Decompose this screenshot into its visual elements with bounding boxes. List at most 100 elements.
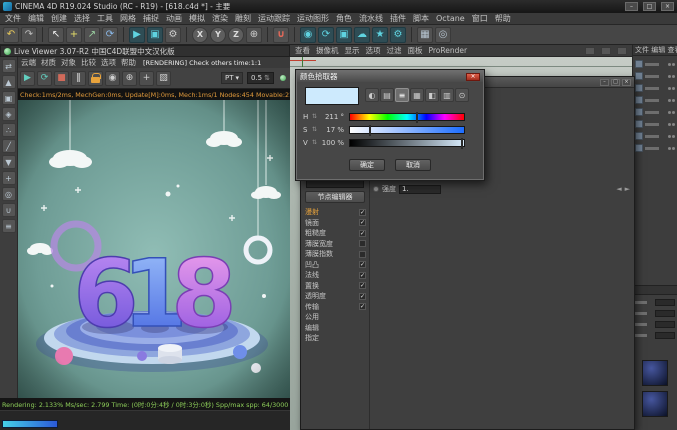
material-thumbnail[interactable] — [642, 391, 668, 417]
object-row[interactable] — [633, 82, 677, 94]
visibility-dot[interactable] — [668, 63, 671, 66]
lv-menu-compare[interactable]: 比较 — [81, 57, 96, 68]
menu-item-help[interactable]: 帮助 — [495, 13, 511, 24]
object-row[interactable] — [633, 118, 677, 130]
points-mode-icon[interactable]: ∴ — [2, 123, 16, 137]
channel-checkbox[interactable] — [359, 240, 366, 247]
lv-menu-options[interactable]: 选项 — [101, 57, 116, 68]
channel-row-specular[interactable]: 镜面✓ — [303, 218, 368, 229]
object-row[interactable] — [633, 94, 677, 106]
ok-button[interactable]: 确定 — [349, 159, 385, 171]
material-thumbnail[interactable] — [642, 360, 668, 386]
channel-checkbox[interactable]: ✓ — [359, 209, 366, 216]
channel-row-transmission[interactable]: 传输✓ — [303, 302, 368, 313]
scale-tool-icon[interactable]: ↗ — [84, 27, 100, 43]
attribute-row[interactable] — [633, 319, 677, 330]
attribute-value-field[interactable] — [655, 310, 675, 317]
lock-x-axis-icon[interactable]: X — [192, 27, 208, 43]
stepper-icon[interactable]: ⇅ — [312, 113, 317, 120]
color-wheel-icon[interactable]: ◐ — [365, 88, 379, 102]
vp-menu-panel[interactable]: 面板 — [408, 45, 423, 56]
spectrum-icon[interactable]: ▤ — [380, 88, 394, 102]
menu-item-character[interactable]: 角色 — [336, 13, 352, 24]
menu-item-script[interactable]: 脚本 — [413, 13, 429, 24]
edges-mode-icon[interactable]: ╱ — [2, 139, 16, 153]
channel-row-common[interactable]: 公用 — [303, 312, 368, 323]
object-row[interactable] — [633, 142, 677, 154]
visibility-dot[interactable] — [668, 99, 671, 102]
channel-checkbox[interactable]: ✓ — [359, 282, 366, 289]
object-row[interactable] — [633, 106, 677, 118]
channel-checkbox[interactable]: ✓ — [359, 272, 366, 279]
menu-item-motion-tracker[interactable]: 运动跟踪 — [258, 13, 290, 24]
menu-item-tools[interactable]: 工具 — [97, 13, 113, 24]
mixer-icon[interactable]: ◧ — [425, 88, 439, 102]
channel-row-diffuse[interactable]: 漫射✓ — [303, 207, 368, 218]
screen-picker-icon[interactable]: ⊙ — [455, 88, 469, 102]
vp-menu-filter[interactable]: 过滤 — [387, 45, 402, 56]
channel-checkbox[interactable]: ✓ — [359, 219, 366, 226]
viewport-toggle-icon[interactable] — [601, 47, 611, 55]
octane-live-viewer-icon[interactable]: ◉ — [300, 27, 316, 43]
enable-axis-icon[interactable]: + — [2, 171, 16, 185]
viewport-toggle-icon[interactable] — [585, 47, 595, 55]
channel-row-editor[interactable]: 编辑 — [303, 323, 368, 334]
coordinate-system-icon[interactable]: ⊕ — [246, 27, 262, 43]
polygons-mode-icon[interactable]: ▼ — [2, 155, 16, 169]
octane-cloud-icon[interactable]: ☁ — [354, 27, 370, 43]
channel-row-normal[interactable]: 法线✓ — [303, 270, 368, 281]
lv-stop-icon[interactable]: ■ — [54, 71, 69, 86]
nav-back-icon[interactable]: ◄ — [616, 185, 621, 193]
channel-row-film-index[interactable]: 薄膜指数 — [303, 249, 368, 260]
brightness-value[interactable]: 100 % — [319, 139, 344, 147]
rotate-tool-icon[interactable]: ⟳ — [102, 27, 118, 43]
visibility-dot[interactable] — [672, 75, 675, 78]
lv-material-picker-icon[interactable]: + — [139, 71, 154, 86]
hue-value[interactable]: 211 ° — [319, 113, 344, 121]
texture-mode-icon[interactable]: ▣ — [2, 91, 16, 105]
channel-checkbox[interactable]: ✓ — [359, 293, 366, 300]
close-button[interactable]: × — [622, 79, 631, 86]
render-view-icon[interactable]: ▶ — [129, 27, 145, 43]
minimize-button[interactable]: – — [625, 2, 638, 11]
render-picture-viewer-icon[interactable]: ▣ — [147, 27, 163, 43]
attribute-value-field[interactable] — [655, 321, 675, 328]
menu-item-mograph[interactable]: 运动图形 — [297, 13, 329, 24]
color-picker-titlebar[interactable]: 颜色拾取器 × — [297, 71, 483, 82]
texture-dot-icon[interactable] — [373, 186, 379, 192]
lv-play-icon[interactable]: ▶ — [20, 71, 35, 86]
vp-menu-view[interactable]: 查看 — [295, 45, 310, 56]
visibility-dot[interactable] — [672, 63, 675, 66]
make-editable-icon[interactable]: ⇄ — [2, 59, 16, 73]
lv-refresh-icon[interactable]: ⟳ — [37, 71, 52, 86]
from-image-icon[interactable]: ▥ — [440, 88, 454, 102]
visibility-dot[interactable] — [668, 135, 671, 138]
menu-item-edit[interactable]: 编辑 — [28, 13, 44, 24]
menu-item-simulate[interactable]: 模拟 — [189, 13, 205, 24]
menu-item-animate[interactable]: 动画 — [166, 13, 182, 24]
channel-row-bump[interactable]: 凹凸✓ — [303, 260, 368, 271]
channel-row-film-width[interactable]: 薄膜宽度 — [303, 239, 368, 250]
lock-y-axis-icon[interactable]: Y — [210, 27, 226, 43]
stepper-icon[interactable]: ⇅ — [264, 74, 270, 82]
visibility-dot[interactable] — [672, 111, 675, 114]
sliders-mode-icon[interactable]: ≡ — [395, 88, 409, 102]
saturation-slider[interactable] — [349, 126, 465, 134]
lv-menu-cloud[interactable]: 云端 — [21, 57, 36, 68]
model-mode-icon[interactable]: ▲ — [2, 75, 16, 89]
node-editor-button[interactable]: 节点编辑器 — [305, 191, 365, 203]
attribute-value-field[interactable] — [655, 299, 675, 306]
minimize-button[interactable]: – — [600, 79, 609, 86]
color-blocks-icon[interactable]: ▦ — [410, 88, 424, 102]
live-selection-icon[interactable]: ↖ — [48, 27, 64, 43]
lv-render-region-icon[interactable]: ▧ — [156, 71, 171, 86]
object-manager-menubar[interactable]: 文件 编辑 查看 对象 标签 书签 — [633, 45, 677, 56]
lv-lock-resolution-icon[interactable] — [88, 71, 103, 86]
menu-item-render[interactable]: 渲染 — [212, 13, 228, 24]
lv-camera-icon[interactable]: ◉ — [105, 71, 120, 86]
menu-item-pipeline[interactable]: 流水线 — [359, 13, 383, 24]
value-slider[interactable] — [349, 139, 465, 147]
visibility-dot[interactable] — [668, 75, 671, 78]
maximize-button[interactable]: □ — [611, 79, 620, 86]
nav-forward-icon[interactable]: ► — [625, 185, 630, 193]
